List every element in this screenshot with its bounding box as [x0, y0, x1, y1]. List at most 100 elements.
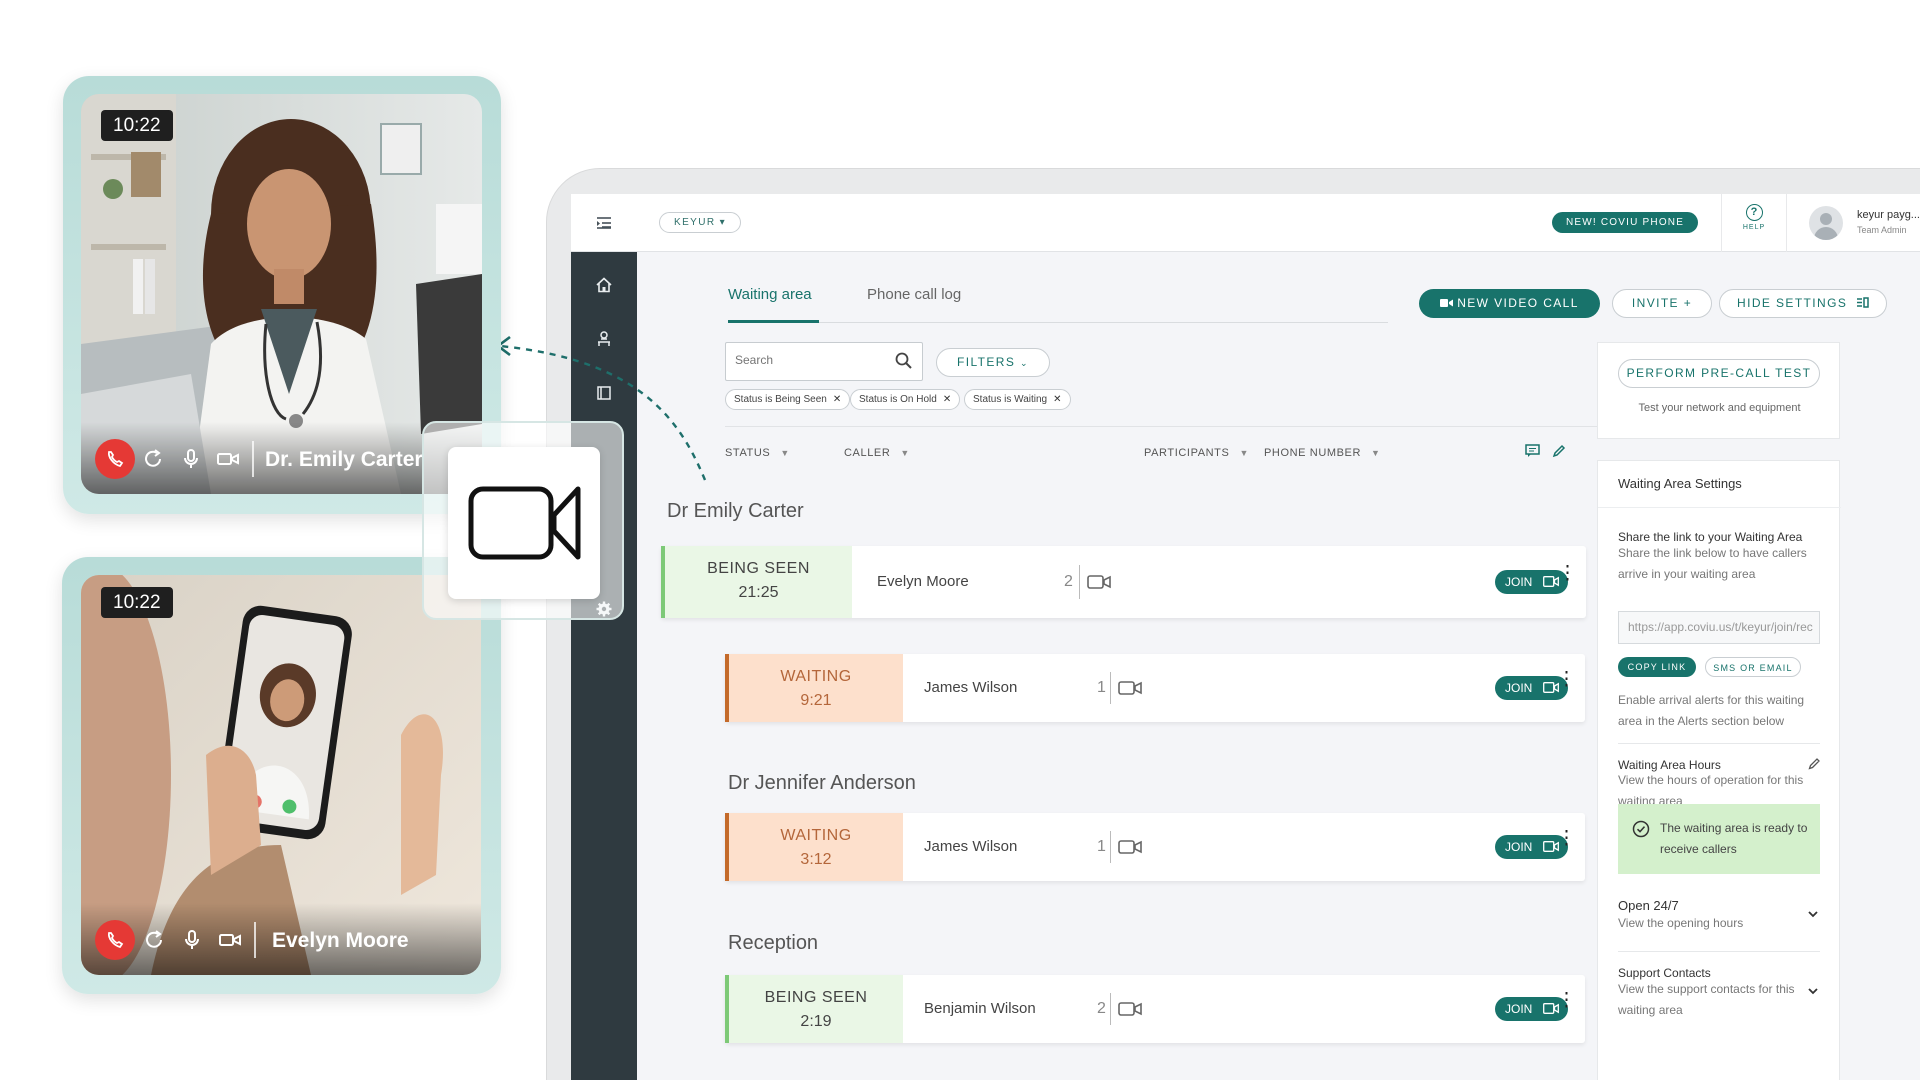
search-icon[interactable]: [894, 351, 914, 371]
end-call-button[interactable]: [95, 920, 135, 960]
call-timer: 10:22: [101, 110, 173, 141]
edit-icon[interactable]: [1808, 757, 1821, 770]
participant-count: 2: [1097, 1000, 1106, 1017]
more-options-icon[interactable]: ⋮: [1558, 564, 1577, 583]
filters-button[interactable]: FILTERS ⌄: [936, 348, 1050, 377]
microphone-icon[interactable]: [179, 447, 203, 471]
chat-icon[interactable]: [1525, 444, 1541, 460]
video-camera-icon: [1440, 299, 1454, 307]
divider: [1618, 951, 1820, 952]
refresh-icon[interactable]: [141, 447, 165, 471]
menu-toggle-icon[interactable]: [595, 214, 613, 232]
status-time: 21:25: [738, 584, 779, 601]
help-button[interactable]: ? HELP: [1721, 194, 1787, 252]
status-badge: BEING SEEN 21:25: [661, 546, 852, 618]
org-selector[interactable]: KEYUR ▾: [659, 212, 742, 233]
tab-divider: [728, 322, 1388, 323]
divider: [252, 441, 254, 477]
share-description: Share the link below to have callers arr…: [1618, 546, 1807, 581]
group-title: Dr Emily Carter: [667, 500, 804, 522]
copy-link-button[interactable]: COPY LINK: [1618, 657, 1696, 677]
filter-chip-on-hold[interactable]: Status is On Hold ✕: [850, 389, 961, 410]
table-row[interactable]: WAITING 3:12 James Wilson 1 JOIN ⋮: [725, 813, 1585, 881]
caret-down-icon: ▼: [780, 448, 790, 458]
microphone-icon[interactable]: [180, 928, 204, 952]
home-icon[interactable]: [592, 276, 616, 300]
share-link-field[interactable]: https://app.coviu.us/t/keyur/join/rec: [1618, 611, 1820, 644]
chevron-down-icon[interactable]: [1806, 984, 1820, 998]
video-camera-icon[interactable]: [218, 928, 242, 952]
pre-call-subtitle: Test your network and equipment: [1638, 402, 1801, 414]
share-title: Share the link to your Waiting Area: [1618, 530, 1803, 544]
invite-button[interactable]: INVITE +: [1612, 289, 1712, 318]
hide-settings-button[interactable]: HIDE SETTINGS: [1719, 289, 1887, 318]
status-badge: WAITING 9:21: [725, 654, 903, 722]
edit-icon[interactable]: [1552, 444, 1568, 460]
caller-name: James Wilson: [924, 838, 1018, 855]
video-camera-icon: [1087, 575, 1111, 589]
table-row[interactable]: BEING SEEN 2:19 Benjamin Wilson 2 JOIN ⋮: [725, 975, 1585, 1043]
support-contacts-description: View the support contacts for this waiti…: [1618, 982, 1795, 1017]
filter-chip-being-seen[interactable]: Status is Being Seen ✕: [725, 389, 851, 410]
ready-status-banner: The waiting area is ready to receive cal…: [1618, 804, 1820, 874]
video-camera-icon[interactable]: [216, 447, 240, 471]
status-time: 9:21: [800, 692, 832, 709]
help-label: HELP: [1742, 224, 1766, 231]
filter-chip-waiting[interactable]: Status is Waiting ✕: [964, 389, 1071, 410]
more-options-icon[interactable]: ⋮: [1557, 670, 1576, 689]
column-label: STATUS: [725, 447, 771, 459]
group-title: Reception: [728, 932, 819, 954]
tab-phone-call-log[interactable]: Phone call log: [867, 286, 961, 304]
pre-call-test-button[interactable]: PERFORM PRE-CALL TEST: [1618, 359, 1820, 388]
more-options-icon[interactable]: ⋮: [1557, 829, 1576, 848]
new-video-call-button[interactable]: NEW VIDEO CALL: [1419, 289, 1600, 318]
group-title: Dr Jennifer Anderson: [728, 772, 916, 794]
end-call-button[interactable]: [95, 439, 135, 479]
new-phone-badge[interactable]: NEW! COVIU PHONE: [1552, 212, 1699, 233]
search-input[interactable]: [735, 353, 885, 367]
divider: [1618, 743, 1820, 744]
video-camera-icon: [468, 486, 581, 560]
join-label: JOIN: [1505, 1002, 1533, 1016]
video-card-patient: 10:22 Evelyn Moore: [62, 557, 501, 994]
user-name[interactable]: keyur payg...: [1857, 209, 1920, 221]
chevron-down-icon[interactable]: [1806, 907, 1820, 921]
video-icon-tile: [448, 447, 600, 599]
search-box[interactable]: [725, 342, 923, 381]
join-label: JOIN: [1505, 575, 1533, 589]
video-feed: 10:22 Evelyn Moore: [81, 575, 481, 975]
close-icon[interactable]: ✕: [833, 394, 841, 405]
column-header-participants[interactable]: PARTICIPANTS ▼: [1144, 447, 1249, 459]
chip-label: Status is Waiting: [973, 394, 1048, 405]
video-camera-icon: [1543, 576, 1559, 587]
status-time: 2:19: [800, 1013, 832, 1030]
column-header-caller[interactable]: CALLER ▼: [844, 447, 910, 459]
pre-call-panel: PERFORM PRE-CALL TEST Test your network …: [1597, 342, 1840, 439]
hide-settings-label: HIDE SETTINGS: [1737, 296, 1848, 310]
caller-name: James Wilson: [924, 679, 1018, 696]
close-icon[interactable]: ✕: [943, 394, 951, 405]
participant-name: Dr. Emily Carter: [265, 448, 423, 471]
status-label: BEING SEEN: [764, 989, 868, 1006]
caret-down-icon: ▼: [900, 448, 910, 458]
sms-or-email-button[interactable]: SMS OR EMAIL: [1705, 657, 1801, 677]
more-options-icon[interactable]: ⋮: [1557, 991, 1576, 1010]
video-camera-icon: [1118, 681, 1142, 695]
status-label: WAITING: [780, 668, 852, 685]
help-icon: ?: [1745, 204, 1763, 221]
column-label: PHONE NUMBER: [1264, 447, 1362, 459]
column-header-phone-number[interactable]: PHONE NUMBER ▼: [1264, 447, 1381, 459]
tab-waiting-area[interactable]: Waiting area: [728, 286, 812, 304]
divider: [1110, 672, 1111, 704]
refresh-icon[interactable]: [142, 928, 166, 952]
close-icon[interactable]: ✕: [1053, 394, 1061, 405]
status-badge: WAITING 3:12: [725, 813, 903, 881]
avatar[interactable]: [1809, 206, 1843, 240]
app-screen: KEYUR ▾ NEW! COVIU PHONE ? HELP keyur pa…: [571, 194, 1920, 1080]
divider: [725, 426, 1737, 427]
table-row[interactable]: WAITING 9:21 James Wilson 1 JOIN ⋮: [725, 654, 1585, 722]
table-row[interactable]: BEING SEEN 21:25 Evelyn Moore 2 JOIN ⋮: [661, 546, 1586, 618]
participant-count: 1: [1097, 679, 1106, 696]
column-header-status[interactable]: STATUS ▼: [725, 447, 790, 459]
chip-label: Status is On Hold: [859, 394, 937, 405]
